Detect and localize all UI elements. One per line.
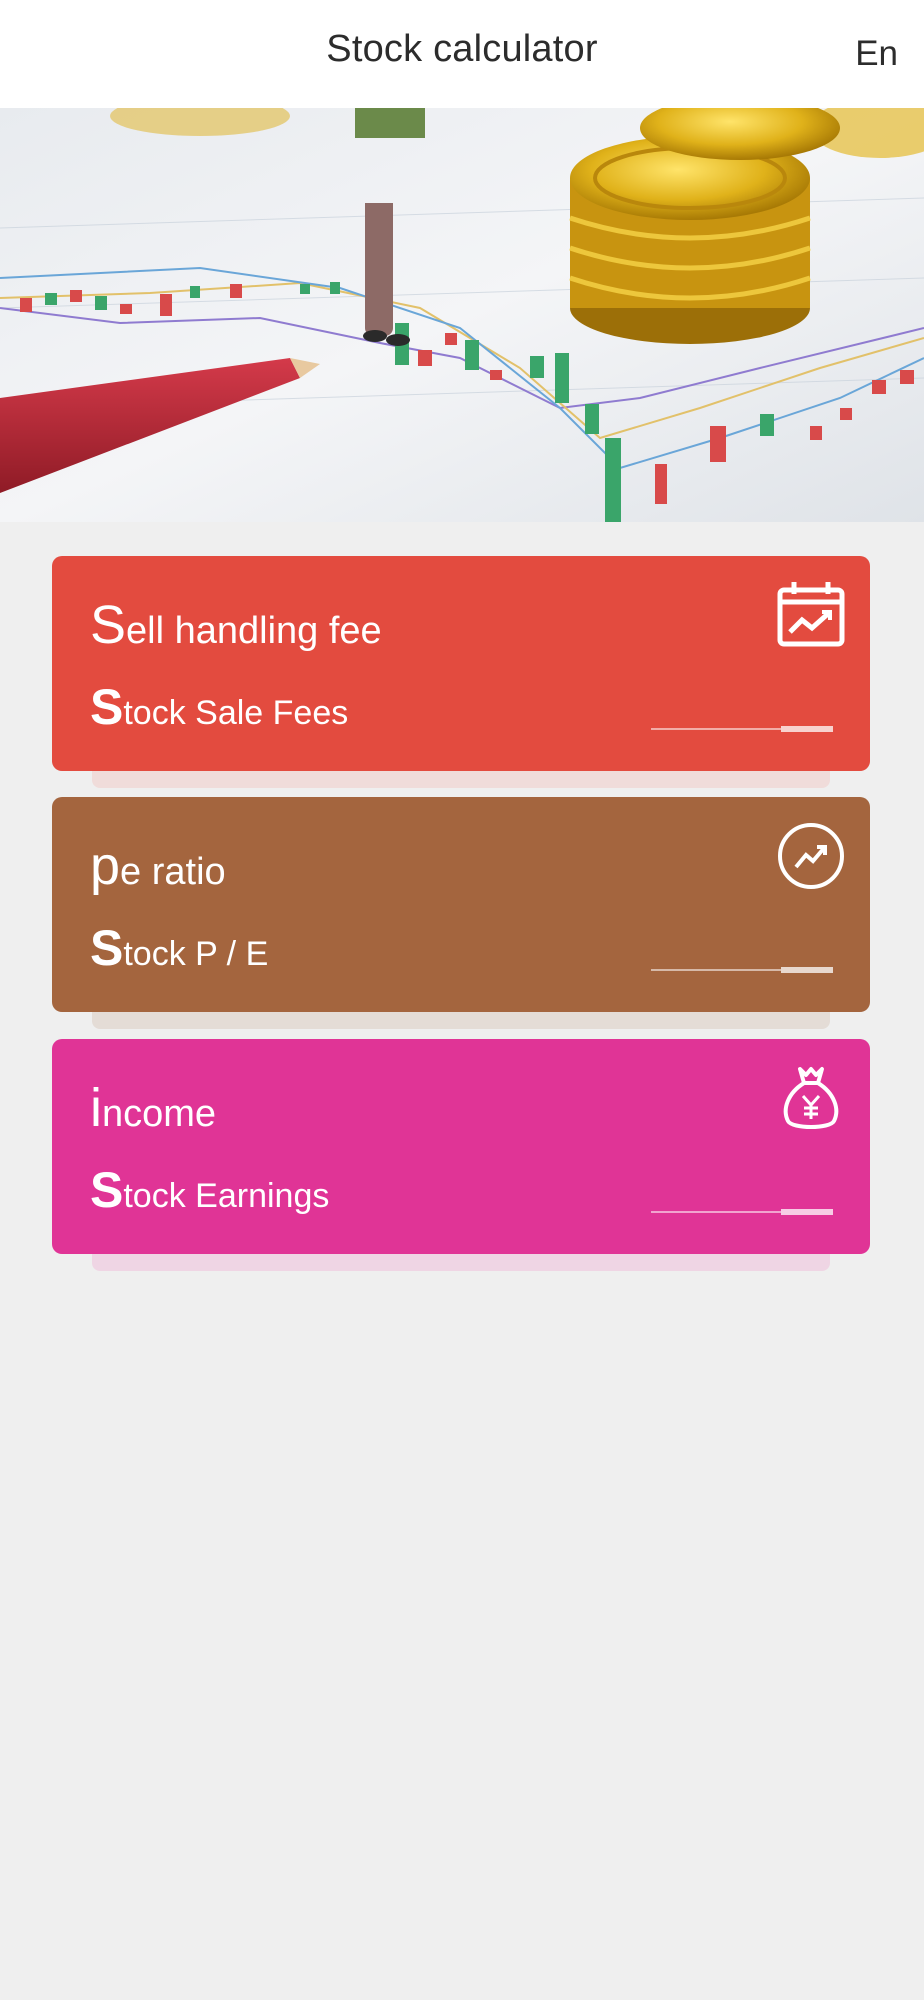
trend-up-circle-icon (778, 823, 844, 889)
card-subtitle-rest: tock Sale Fees (123, 694, 349, 732)
card-title-initial: i (90, 1078, 102, 1138)
sell-handling-fee-card-wrap: Sell handling fee Stock Sale Fees (52, 556, 870, 788)
calendar-chart-icon (777, 582, 845, 647)
card-subtitle: Stock P / E (90, 919, 268, 977)
language-switch[interactable]: En (855, 34, 898, 74)
income-card[interactable]: income Stock Earnings (52, 1039, 870, 1254)
sell-handling-fee-card[interactable]: Sell handling fee Stock Sale Fees (52, 556, 870, 771)
stock-chart-coins-photo (0, 108, 924, 522)
card-subtitle-initial: S (90, 1162, 124, 1218)
income-card-wrap: income Stock Earnings (52, 1039, 870, 1271)
card-title: Sell handling fee (90, 594, 382, 656)
card-title: income (90, 1077, 216, 1139)
card-title-initial: p (90, 836, 121, 896)
card-title-initial: S (90, 595, 127, 655)
app-header: Stock calculator En (0, 0, 924, 108)
card-title: pe ratio (90, 835, 226, 897)
card-subtitle-initial: S (90, 679, 124, 735)
card-subtitle: Stock Sale Fees (90, 678, 348, 736)
card-decor-line (651, 726, 833, 732)
pe-ratio-card[interactable]: pe ratio Stock P / E (52, 797, 870, 1012)
card-title-rest: ncome (102, 1093, 217, 1135)
card-subtitle: Stock Earnings (90, 1161, 329, 1219)
card-subtitle-rest: tock Earnings (123, 1177, 330, 1215)
card-title-rest: ell handling fee (126, 610, 382, 652)
page-title: Stock calculator (326, 28, 598, 70)
pe-ratio-card-wrap: pe ratio Stock P / E (52, 797, 870, 1029)
banner-image (0, 108, 924, 522)
money-bag-yen-icon (783, 1067, 839, 1129)
card-title-rest: e ratio (120, 851, 226, 893)
card-decor-line (651, 967, 833, 973)
card-subtitle-rest: tock P / E (123, 935, 269, 973)
card-decor-line (651, 1209, 833, 1215)
card-subtitle-initial: S (90, 920, 124, 976)
